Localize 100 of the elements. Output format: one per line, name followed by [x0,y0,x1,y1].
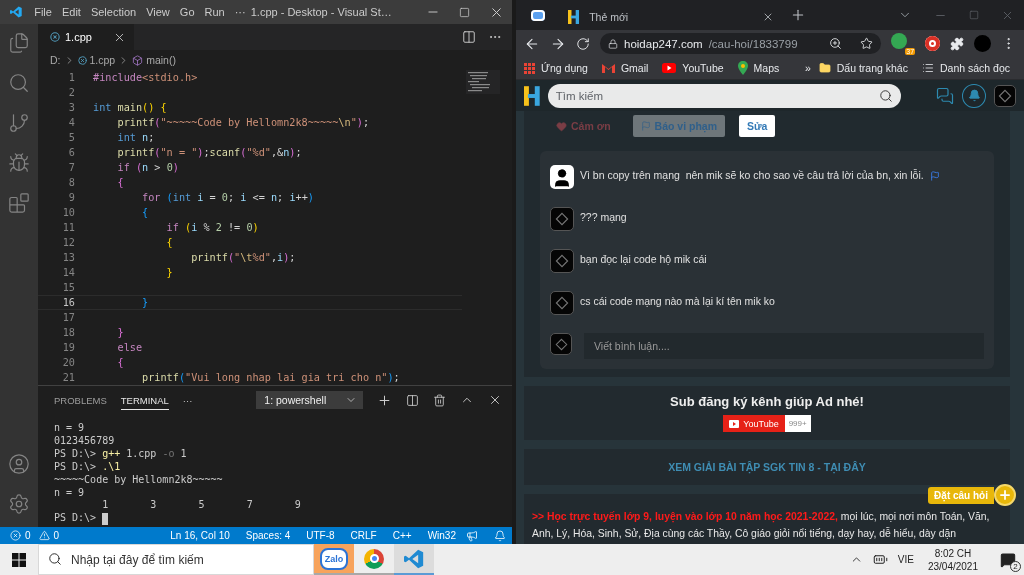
extensions-icon[interactable] [950,36,965,51]
bookmark[interactable]: Ứng dụng [524,62,594,74]
terminal-line: PS D:\> g++ 1.cpp -o 1 [54,447,187,461]
subscribe-title: Sub đăng ký kênh giúp Ad nhé! [670,394,864,409]
reading-list-button[interactable]: Danh sách đọc [921,62,1016,74]
browser-tab[interactable]: Thẻ mới [560,4,782,30]
bookmark-star-icon[interactable] [860,37,874,50]
terminal-select[interactable]: 1: powershell [256,391,363,409]
status-item[interactable]: CRLF [344,530,383,541]
breadcrumb-item[interactable]: D: [50,54,61,66]
method-icon [132,54,144,66]
code-line: } [116,326,124,340]
line-number: 1 [68,71,75,85]
editor-tab[interactable]: 1.cpp [38,24,134,50]
trash-icon[interactable] [433,393,446,407]
line-number: 3 [68,101,75,115]
play-icon [662,63,677,73]
taskbar-search-field[interactable]: Nhập tại đây để tìm kiếm [38,544,314,575]
explorer-icon[interactable] [8,32,30,54]
list-icon [921,62,934,74]
new-tab-icon[interactable] [790,7,806,23]
search-field[interactable]: Tìm kiếm [547,83,901,108]
report-flag-icon[interactable] [929,171,940,181]
browser-app-icon [364,548,384,569]
breadcrumb-item[interactable]: main() [146,54,176,66]
new-terminal-icon[interactable] [377,392,392,408]
more-bookmarks-button[interactable]: » [804,62,811,74]
account-icon[interactable] [8,453,30,475]
menu-item[interactable]: Go [174,6,200,18]
status-item[interactable]: C++ [386,530,418,541]
address-bar[interactable]: hoidap247.com /cau-hoi/1833799 [600,33,882,54]
bookmark[interactable]: Maps [737,61,786,75]
split-editor-icon[interactable] [462,30,476,44]
menu-item[interactable]: ··· [229,6,251,18]
terminal-line: 0123456789 [54,434,115,448]
menu-item[interactable]: File [29,6,57,18]
comment-text: ??? mạng [580,210,627,223]
heart-icon [556,120,567,132]
menu-item[interactable]: Run [199,6,230,18]
zoom-icon[interactable] [829,37,843,50]
clock[interactable]: 8:02 CH 23/04/2021 [923,546,982,573]
line-number: 5 [68,131,75,145]
terminal-line: n = 9 [54,422,85,435]
line-number: 17 [62,311,75,325]
avatar[interactable] [550,165,574,189]
avatar [550,333,572,355]
code-line: } [141,296,149,310]
battery-icon[interactable] [872,552,888,567]
reload-icon[interactable] [576,36,590,51]
panel-tab[interactable]: PROBLEMS [54,390,107,410]
source-control-icon[interactable] [8,112,30,134]
comment-field[interactable]: Viết bình luận.... [584,333,984,359]
folder-icon [818,62,831,74]
bookmark-folder[interactable]: Dấu trang khác [818,62,914,74]
notifications-icon[interactable] [494,529,506,542]
bookmark[interactable]: Gmail [601,62,655,74]
split-terminal-icon[interactable] [406,393,419,407]
code-line: printf("Vui long nhap lai gia tri cho n"); [141,371,400,385]
youtube-subscribe-button[interactable]: YouTube [723,415,785,432]
run-debug-icon[interactable] [8,152,30,174]
search-icon[interactable] [8,72,30,94]
bookmark[interactable]: YouTube [662,62,730,74]
status-item[interactable]: Win32 [421,530,462,541]
site-logo-icon[interactable] [568,10,580,24]
line-number: 7 [68,161,75,175]
breadcrumb-item[interactable]: 1.cpp [89,54,116,66]
ask-question-button[interactable] [994,484,1016,506]
close-panel-icon[interactable] [488,393,502,407]
panel-more-button[interactable]: ··· [182,394,193,406]
site-logo-icon[interactable] [524,85,540,106]
terminal-line: n = 9 [54,486,85,500]
language-indicator[interactable]: VIE [897,554,914,565]
action-button[interactable]: Sửa [739,115,776,137]
panel-tab[interactable]: TERMINAL [120,390,169,410]
settings-icon[interactable] [8,493,30,515]
menu-item[interactable]: Selection [85,6,142,18]
taskbar-app[interactable] [394,544,434,575]
line-number: 15 [62,281,75,295]
comment-text: Vì bn copy trên mạng nên mik sẽ ko cho sao về câu trả lời của bn, xin lỗi. [580,168,924,181]
close-tab-icon[interactable] [762,11,774,23]
line-number: 19 [62,341,75,355]
code-line: } [165,266,173,280]
feedback-icon[interactable] [466,529,478,542]
plus-icon [998,488,1012,502]
menu-item[interactable]: View [141,6,175,18]
promo-text: >> Học trực tuyến lớp 9, luyện vào lớp 10 năm học 2021-2022, mọi lúc, mọi nơi môn Toán, Văn, Anh, Lý, Hóa, Sinh, Sử, Địa cùng các Thầy, Cô giáo giỏi nổi tiếng, dạy hay, dễ hiểu, dày dặn [532,510,991,541]
line-number: 21 [62,371,75,385]
status-item[interactable]: UTF-8 [300,530,341,541]
code-line: else [116,341,143,355]
status-item[interactable]: Spaces: 4 [239,530,297,541]
error-count[interactable]: 0 [25,530,31,541]
status-item[interactable]: Ln 16, Col 10 [164,530,236,541]
taskbar-app[interactable]: Zalo [314,544,354,575]
notification-icon[interactable] [1000,551,1016,568]
search-icon[interactable] [878,88,893,103]
chat-icon[interactable] [936,86,955,105]
warning-count[interactable]: 0 [53,530,60,541]
extension-icon[interactable] [925,36,941,51]
editor-logo-icon [10,5,23,19]
menu-item[interactable]: Edit [56,6,86,18]
